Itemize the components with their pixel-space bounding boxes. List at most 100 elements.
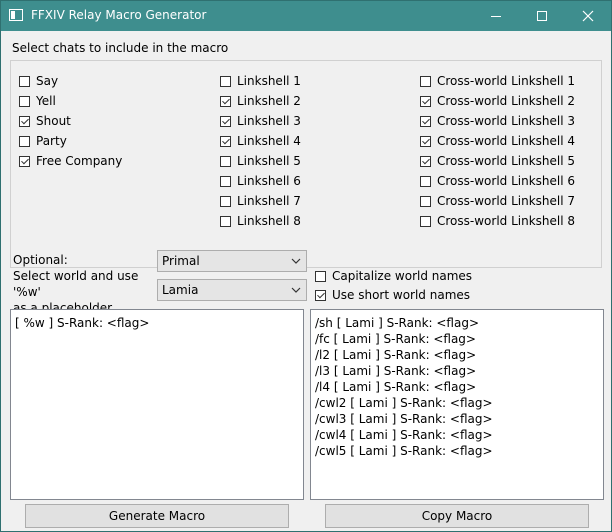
checkbox-box[interactable] [420, 115, 431, 127]
close-icon [582, 10, 594, 22]
input-line: [ %w ] S-Rank: <flag> [15, 316, 150, 330]
checkbox-shout[interactable]: Shout [19, 113, 71, 129]
checkbox-box[interactable] [19, 95, 30, 107]
checkbox-box[interactable] [220, 195, 231, 207]
output-line: /l4 [ Lami ] S-Rank: <flag> [315, 380, 477, 394]
client-area: Select chats to include in the macro Say… [1, 31, 611, 531]
checkbox-linkshell-2[interactable]: Linkshell 2 [220, 93, 301, 109]
checkbox-box[interactable] [315, 270, 326, 282]
chevron-down-icon [291, 287, 301, 293]
minimize-button[interactable] [473, 1, 519, 31]
checkbox-cwls-8[interactable]: Cross-world Linkshell 8 [420, 213, 575, 229]
checkbox-box[interactable] [420, 155, 431, 167]
checkbox-box[interactable] [19, 75, 30, 87]
checkbox-label: Cross-world Linkshell 4 [437, 134, 576, 148]
checkbox-label: Linkshell 3 [237, 114, 301, 128]
checkbox-box[interactable] [420, 75, 431, 87]
checkbox-linkshell-6[interactable]: Linkshell 6 [220, 173, 301, 189]
checkbox-capitalize-world-names[interactable]: Capitalize world names [315, 268, 472, 284]
output-line: /cwl3 [ Lami ] S-Rank: <flag> [315, 412, 493, 426]
checkbox-yell[interactable]: Yell [19, 93, 56, 109]
checkbox-box[interactable] [220, 135, 231, 147]
checkbox-label: Linkshell 2 [237, 94, 301, 108]
output-line: /cwl4 [ Lami ] S-Rank: <flag> [315, 428, 493, 442]
checkbox-linkshell-3[interactable]: Linkshell 3 [220, 113, 301, 129]
checkbox-label: Party [36, 134, 67, 148]
checkbox-label: Linkshell 5 [237, 154, 301, 168]
checkbox-label: Use short world names [332, 288, 471, 302]
output-line: /cwl5 [ Lami ] S-Rank: <flag> [315, 444, 493, 458]
checkbox-short-world-names[interactable]: Use short world names [315, 287, 470, 303]
checkbox-cwls-5[interactable]: Cross-world Linkshell 5 [420, 153, 575, 169]
checkbox-label: Cross-world Linkshell 7 [437, 194, 576, 208]
checkbox-box[interactable] [420, 95, 431, 107]
app-window-icon [9, 9, 23, 21]
chats-section-label: Select chats to include in the macro [12, 41, 229, 55]
checkbox-label: Free Company [36, 154, 123, 168]
generate-macro-button[interactable]: Generate Macro [25, 504, 289, 528]
checkbox-box[interactable] [420, 135, 431, 147]
output-line: /l2 [ Lami ] S-Rank: <flag> [315, 348, 477, 362]
datacenter-value: Primal [162, 254, 200, 268]
optional-description: Optional: Select world and use '%w' as a… [13, 252, 153, 316]
checkbox-free-company[interactable]: Free Company [19, 153, 122, 169]
checkbox-linkshell-8[interactable]: Linkshell 8 [220, 213, 301, 229]
world-value: Lamia [162, 283, 199, 297]
checkbox-party[interactable]: Party [19, 133, 67, 149]
maximize-icon [537, 11, 547, 21]
output-line: /sh [ Lami ] S-Rank: <flag> [315, 316, 480, 330]
checkbox-label: Linkshell 7 [237, 194, 301, 208]
output-line: /fc [ Lami ] S-Rank: <flag> [315, 332, 476, 346]
window-title: FFXIV Relay Macro Generator [31, 8, 207, 22]
checkbox-cwls-2[interactable]: Cross-world Linkshell 2 [420, 93, 575, 109]
minimize-icon [491, 16, 501, 17]
macro-output-textbox[interactable]: /sh [ Lami ] S-Rank: <flag> /fc [ Lami ]… [310, 309, 604, 500]
maximize-button[interactable] [519, 1, 565, 31]
checkbox-box[interactable] [220, 115, 231, 127]
macro-input-textbox[interactable]: [ %w ] S-Rank: <flag> [10, 309, 304, 500]
checkbox-label: Linkshell 4 [237, 134, 301, 148]
app-window: FFXIV Relay Macro Generator Select chats… [0, 0, 612, 532]
checkbox-box[interactable] [220, 75, 231, 87]
checkbox-label: Capitalize world names [332, 269, 473, 283]
checkbox-box[interactable] [420, 195, 431, 207]
close-button[interactable] [565, 1, 611, 31]
checkbox-box[interactable] [220, 95, 231, 107]
checkbox-label: Cross-world Linkshell 5 [437, 154, 576, 168]
chevron-down-icon [291, 258, 301, 264]
optional-line: Select world and use '%w' [13, 269, 139, 299]
checkbox-cwls-6[interactable]: Cross-world Linkshell 6 [420, 173, 575, 189]
checkbox-cwls-7[interactable]: Cross-world Linkshell 7 [420, 193, 575, 209]
checkbox-label: Say [36, 74, 59, 88]
title-bar[interactable]: FFXIV Relay Macro Generator [1, 1, 611, 31]
checkbox-linkshell-7[interactable]: Linkshell 7 [220, 193, 301, 209]
datacenter-select[interactable]: Primal [157, 250, 307, 272]
checkbox-box[interactable] [220, 215, 231, 227]
checkbox-box[interactable] [19, 155, 30, 167]
optional-line: Optional: [13, 253, 68, 267]
copy-macro-button[interactable]: Copy Macro [325, 504, 589, 528]
checkbox-box[interactable] [420, 175, 431, 187]
checkbox-box[interactable] [220, 155, 231, 167]
checkbox-label: Cross-world Linkshell 3 [437, 114, 576, 128]
checkbox-box[interactable] [420, 215, 431, 227]
checkbox-label: Linkshell 8 [237, 214, 301, 228]
checkbox-linkshell-1[interactable]: Linkshell 1 [220, 73, 301, 89]
checkbox-cwls-4[interactable]: Cross-world Linkshell 4 [420, 133, 575, 149]
checkbox-box[interactable] [315, 289, 326, 301]
checkbox-cwls-3[interactable]: Cross-world Linkshell 3 [420, 113, 575, 129]
checkbox-box[interactable] [19, 135, 30, 147]
checkbox-label: Cross-world Linkshell 2 [437, 94, 576, 108]
checkbox-box[interactable] [220, 175, 231, 187]
checkbox-label: Cross-world Linkshell 6 [437, 174, 576, 188]
checkbox-label: Shout [36, 114, 71, 128]
checkbox-say[interactable]: Say [19, 73, 58, 89]
checkbox-label: Linkshell 1 [237, 74, 301, 88]
checkbox-cwls-1[interactable]: Cross-world Linkshell 1 [420, 73, 575, 89]
checkbox-linkshell-4[interactable]: Linkshell 4 [220, 133, 301, 149]
checkbox-box[interactable] [19, 115, 30, 127]
checkbox-linkshell-5[interactable]: Linkshell 5 [220, 153, 301, 169]
checkbox-label: Cross-world Linkshell 1 [437, 74, 576, 88]
world-select[interactable]: Lamia [157, 279, 307, 301]
checkbox-label: Yell [36, 94, 56, 108]
